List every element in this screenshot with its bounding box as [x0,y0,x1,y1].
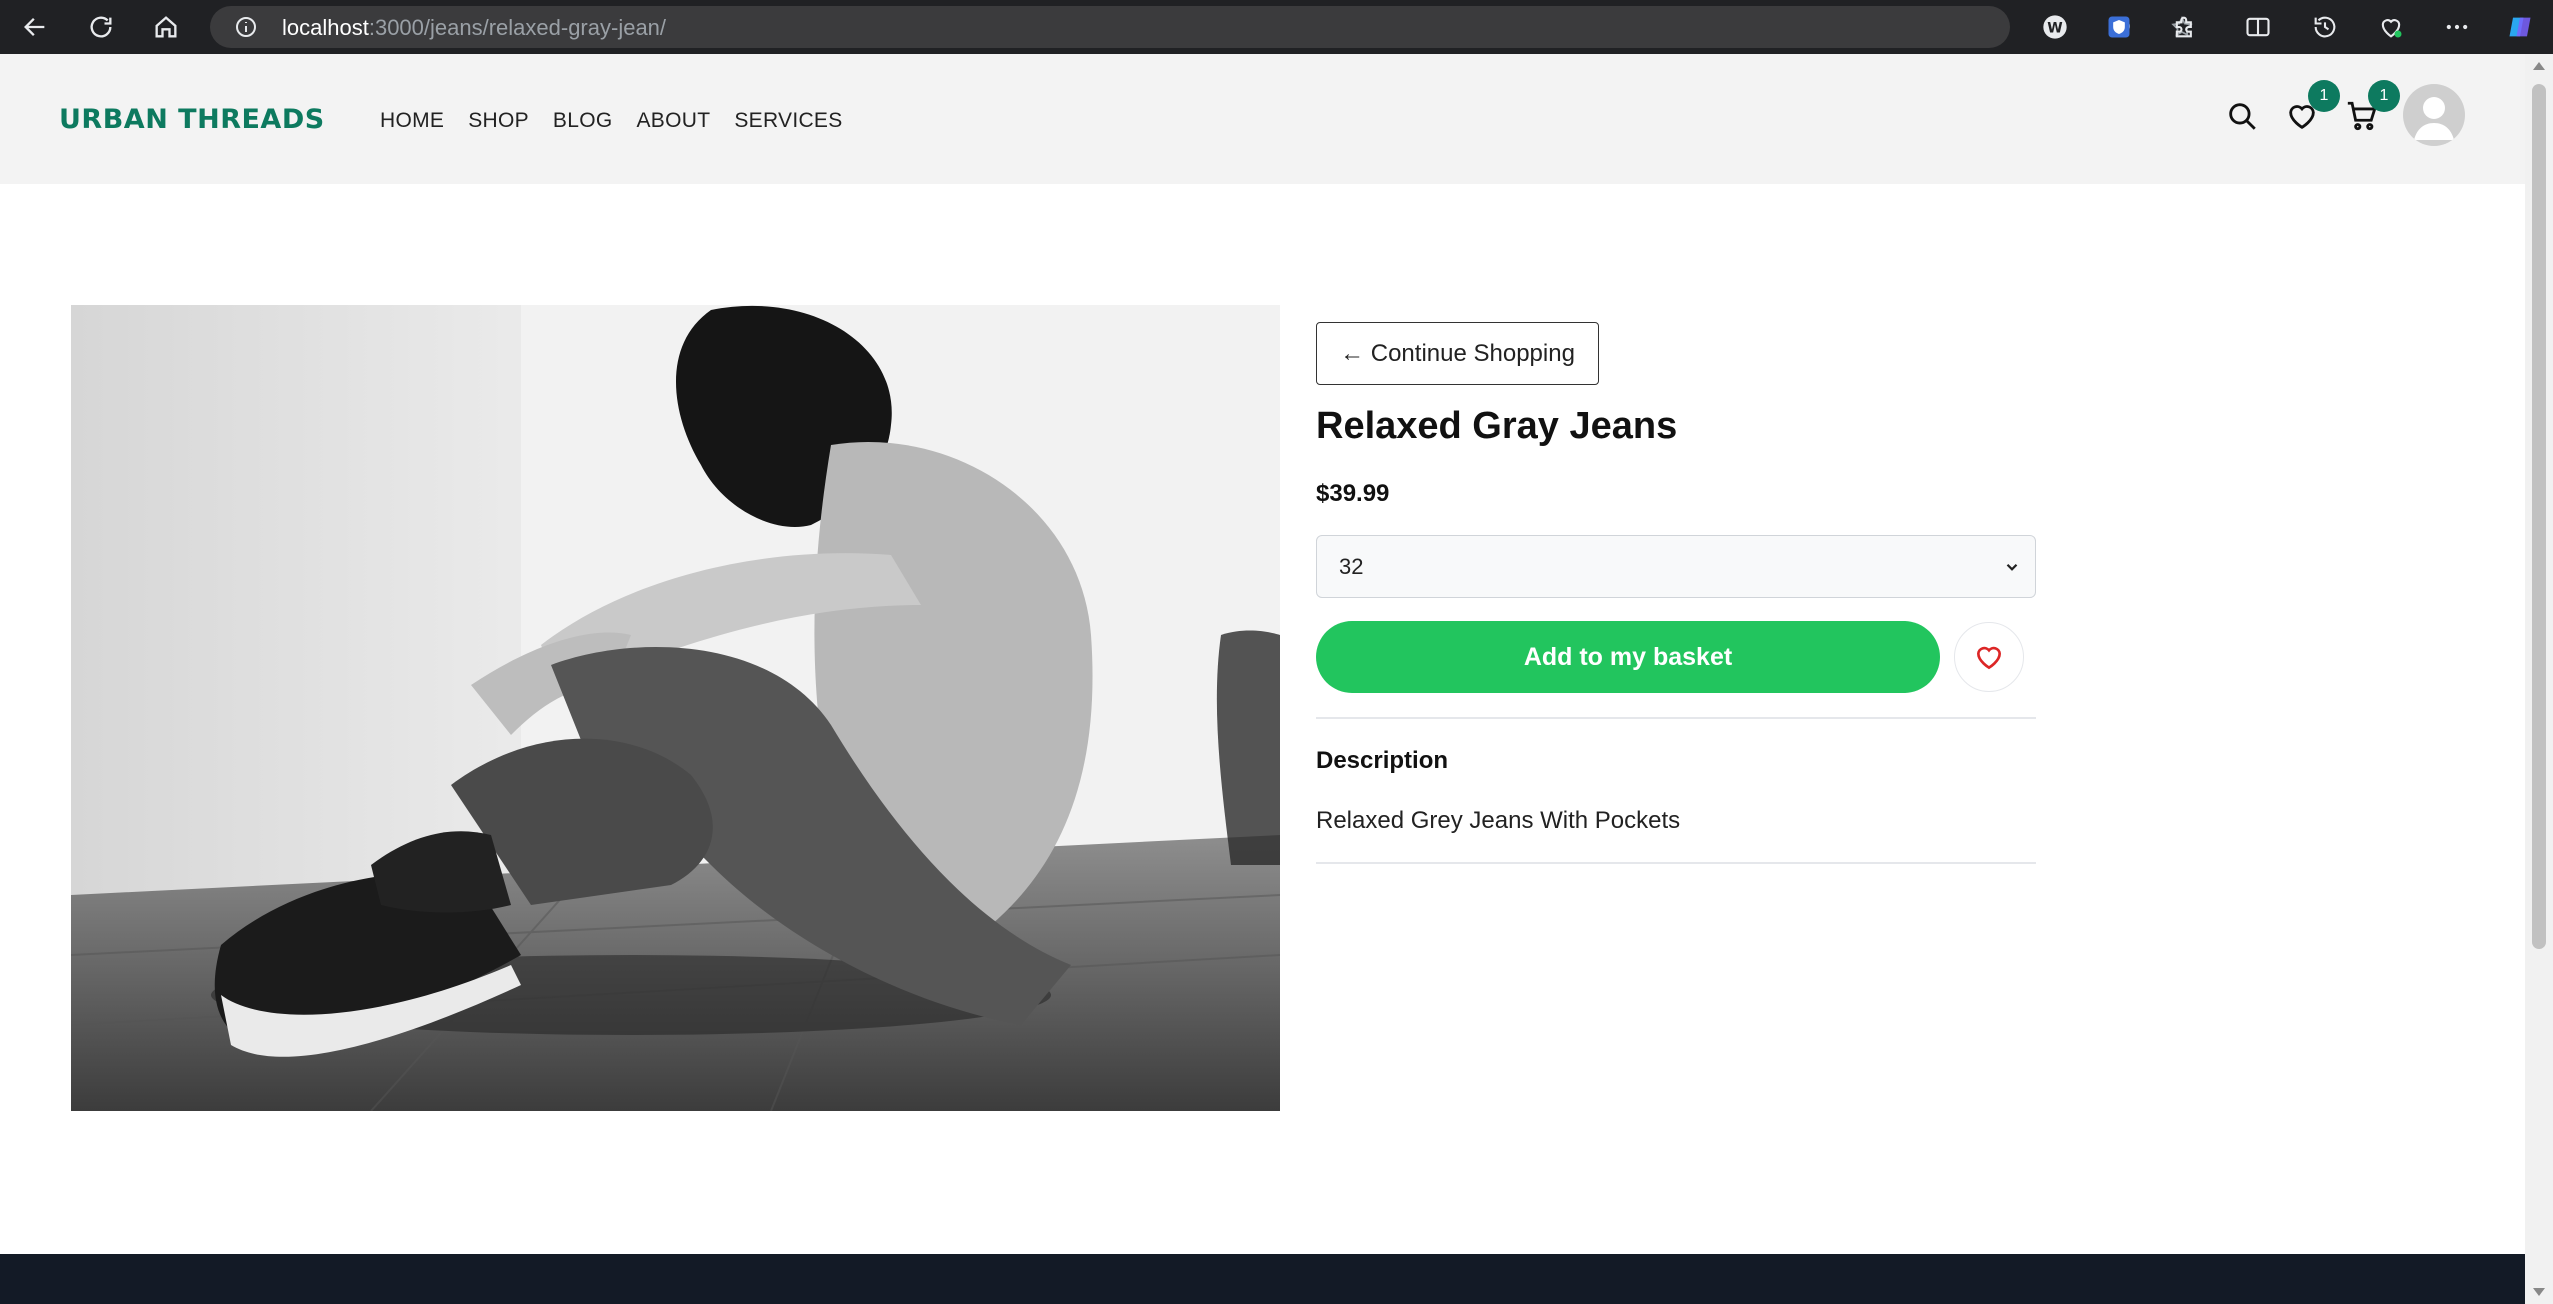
continue-shopping-button[interactable]: ← Continue Shopping [1316,322,1599,385]
divider [1316,717,2036,719]
home-icon[interactable] [147,8,185,46]
add-to-basket-button[interactable]: Add to my basket [1316,621,1940,693]
back-icon[interactable] [16,8,54,46]
wishlist-count-badge: 1 [2308,80,2340,112]
cart-count-badge: 1 [2368,80,2400,112]
nav-shop[interactable]: SHOP [468,109,529,133]
more-menu-icon[interactable] [2442,12,2472,42]
nav-services[interactable]: SERVICES [734,109,842,133]
add-to-wishlist-button[interactable] [1954,622,2024,692]
scroll-down-arrow[interactable] [2533,1288,2545,1296]
cart-button[interactable]: 1 [2340,80,2400,138]
extensions-puzzle-icon[interactable] [2170,12,2200,42]
product-image [71,305,1280,1111]
user-icon [2414,97,2454,140]
nav-home[interactable]: HOME [380,109,444,133]
url-text: localhost:3000/jeans/relaxed-gray-jean/ [282,15,666,41]
browser-toolbar: localhost:3000/jeans/relaxed-gray-jean/ … [0,0,2553,54]
site-header: URBAN THREADS HOME SHOP BLOG ABOUT SERVI… [0,54,2525,184]
nav-blog[interactable]: BLOG [553,109,613,133]
extension-shield-icon[interactable] [2104,12,2134,42]
url-path: :3000/jeans/relaxed-gray-jean/ [368,15,667,40]
avatar[interactable] [2403,84,2465,146]
refresh-icon[interactable] [82,8,120,46]
svg-text:W: W [2047,20,2062,36]
description-text: Relaxed Grey Jeans With Pockets [1316,807,1681,834]
url-host: localhost [282,15,369,40]
heart-outline-icon [1976,646,2002,670]
health-icon[interactable] [2376,12,2406,42]
size-select-value: 32 [1339,553,1364,579]
address-bar[interactable]: localhost:3000/jeans/relaxed-gray-jean/ [210,6,2193,48]
site-logo[interactable]: URBAN THREADS [59,104,325,135]
product-title: Relaxed Gray Jeans [1316,405,1678,447]
chevron-down-icon [2006,563,2018,571]
extension-w-icon[interactable]: W [2040,12,2070,42]
size-select[interactable]: 32 [1316,535,2036,598]
site-footer [0,1254,2525,1304]
divider [1316,862,2036,864]
wishlist-button[interactable]: 1 [2280,80,2340,138]
main-nav: HOME SHOP BLOG ABOUT SERVICES [380,109,867,133]
scroll-thumb[interactable] [2532,84,2546,949]
nav-about[interactable]: ABOUT [636,109,710,133]
copilot-icon[interactable] [2505,12,2535,42]
history-icon[interactable] [2310,12,2340,42]
search-icon[interactable] [2220,94,2264,138]
page-scrollbar[interactable] [2525,54,2553,1304]
scroll-up-arrow[interactable] [2533,62,2545,70]
split-screen-icon[interactable] [2243,12,2273,42]
description-heading: Description [1316,747,1449,774]
product-price: $39.99 [1316,480,1390,507]
info-icon[interactable] [234,15,258,39]
